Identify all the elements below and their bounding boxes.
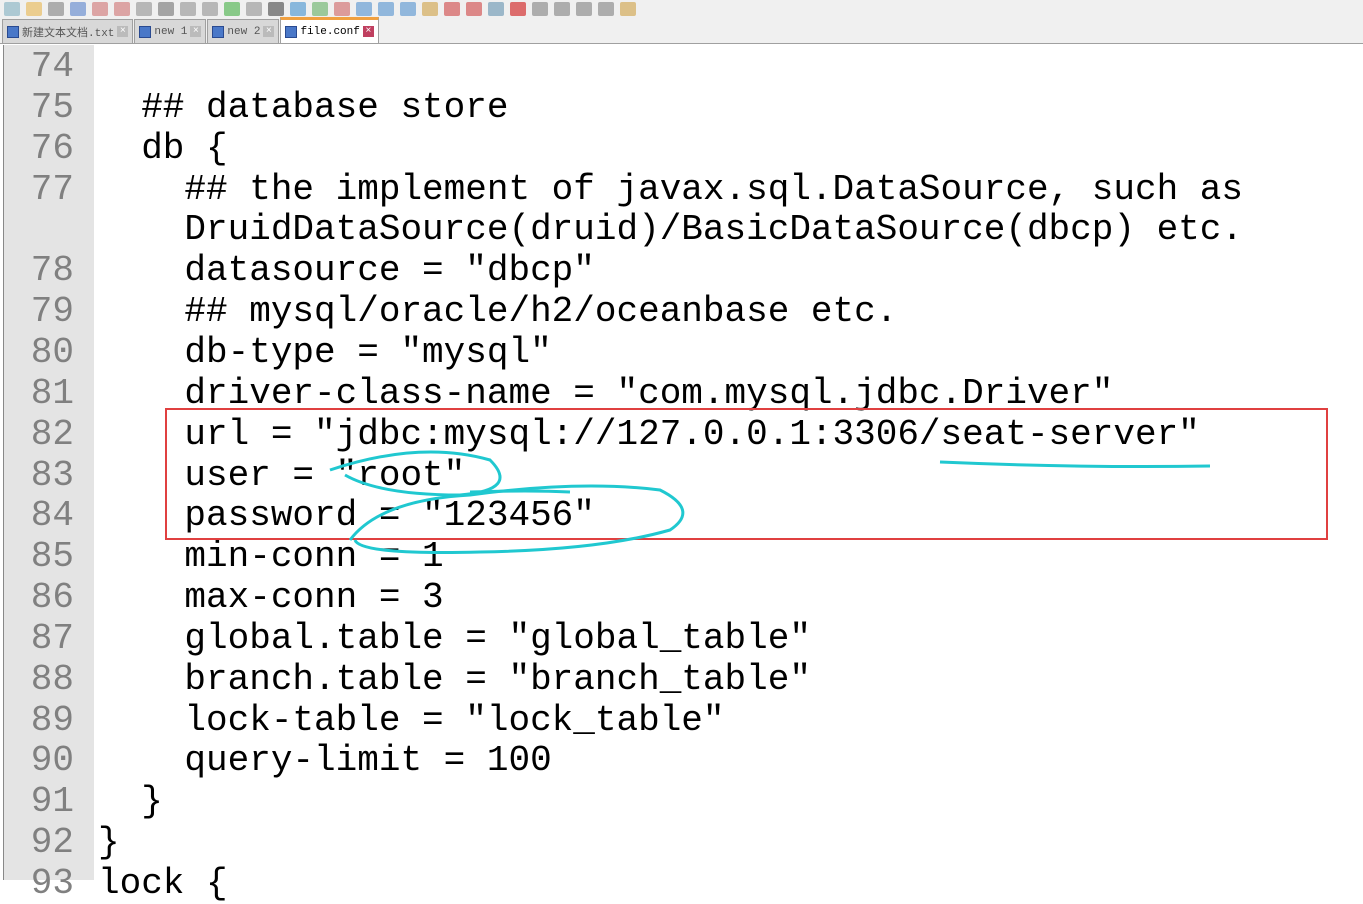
underline-annotation	[939, 460, 1211, 468]
handwritten-annotations	[329, 450, 1211, 554]
circle-password-annotation	[348, 484, 685, 554]
